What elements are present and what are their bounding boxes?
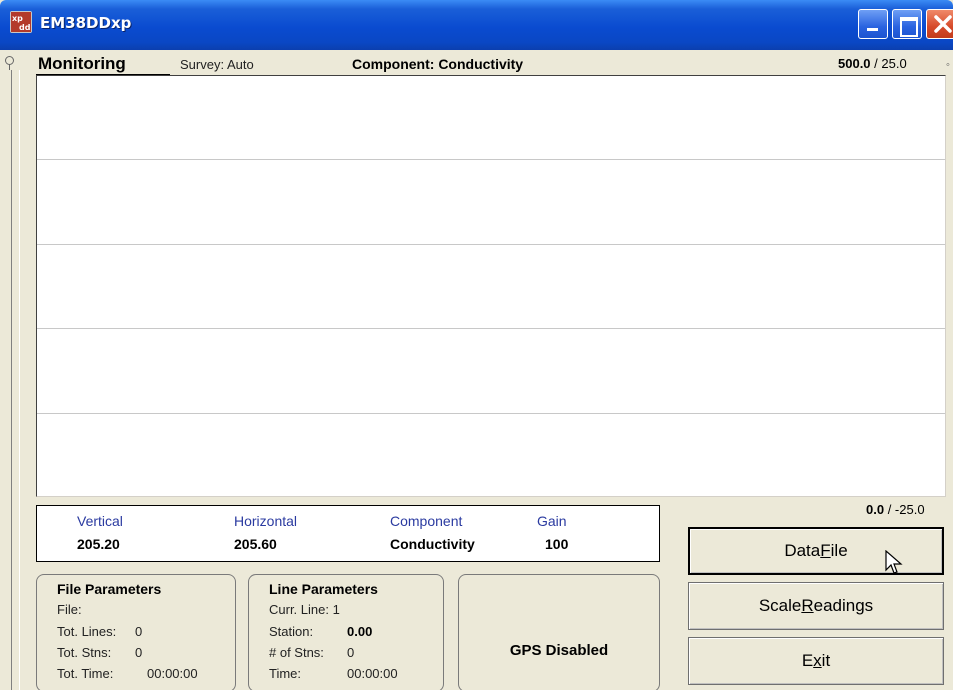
num-stns-label: # of Stns: [269, 645, 324, 660]
exit-button[interactable]: Ex it [688, 637, 944, 685]
component-reading-label: Component [390, 513, 463, 529]
file-parameters-title: File Parameters [57, 581, 162, 597]
tot-time-label: Tot. Time: [57, 666, 114, 681]
minimize-button[interactable] [858, 9, 888, 39]
data-file-label-post: ile [830, 541, 848, 560]
horizontal-label: Horizontal [234, 513, 298, 529]
component-label: Component: Conductivity [352, 56, 524, 72]
left-splitter[interactable] [11, 70, 20, 690]
gain-value: 100 [545, 536, 569, 552]
maximize-button[interactable] [892, 9, 922, 39]
vertical-label: Vertical [77, 513, 123, 529]
line-time-value: 00:00:00 [347, 666, 398, 681]
scale-top-sep: / [870, 56, 882, 71]
station-label: Station: [269, 624, 314, 639]
mouse-cursor-icon [885, 550, 903, 574]
svg-text:xp: xp [12, 14, 23, 23]
curr-line: Curr. Line: 1 [269, 602, 340, 617]
exit-label-post: it [821, 651, 831, 670]
exit-accesskey: x [813, 651, 822, 670]
data-file-label-pre: Data [784, 541, 821, 560]
svg-text:dd: dd [19, 23, 31, 32]
monitor-plot [36, 75, 946, 497]
line-parameters-title: Line Parameters [269, 581, 378, 597]
splitter-knob-icon[interactable] [5, 56, 14, 70]
tot-lines-value: 0 [135, 624, 143, 639]
data-file-accesskey: F [820, 541, 831, 560]
component-value: Conductivity [390, 536, 475, 552]
line-parameters-group: Line Parameters Curr. Line: 1 Station: 0… [248, 574, 444, 690]
scale-bottom-sep: / [884, 502, 895, 517]
window-title: EM38DDxp [40, 14, 132, 32]
tot-lines-label: Tot. Lines: [57, 624, 117, 639]
plot-gridline [37, 413, 945, 414]
scale-top-max: 500.0 [838, 56, 871, 71]
close-button[interactable] [926, 9, 953, 39]
survey-mode: Survey: Auto [180, 57, 254, 72]
gps-status: GPS Disabled [509, 642, 609, 659]
monitoring-label: Monitoring [38, 54, 126, 73]
tot-time-value: 00:00:00 [147, 666, 198, 681]
gain-label: Gain [537, 513, 567, 529]
line-time-label: Time: [269, 666, 302, 681]
scale-readings-button[interactable]: Scale Readings [688, 582, 944, 630]
scale-bottom-min: -25.0 [894, 502, 925, 517]
scale-bottom: 0.0 / -25.0 [866, 502, 925, 517]
scale-top-min: 25.0 [881, 56, 907, 71]
gps-group: GPS Disabled [458, 574, 660, 690]
scale-top: 500.0 / 25.0 [838, 56, 907, 71]
exit-label-pre: E [801, 651, 814, 670]
horizontal-value: 205.60 [234, 536, 277, 552]
client-area: Monitoring Survey: Auto Component: Condu… [0, 50, 953, 690]
num-stns-value: 0 [347, 645, 355, 660]
close-icon [934, 15, 952, 33]
plot-gridline [37, 244, 945, 245]
scale-bottom-max: 0.0 [866, 502, 885, 517]
scale-readings-label-post: eadings [813, 596, 874, 615]
scale-readings-accesskey: R [801, 596, 814, 615]
plot-gridline [37, 159, 945, 160]
tot-stns-label: Tot. Stns: [57, 645, 112, 660]
plot-gridline [37, 328, 945, 329]
file-parameters-group: File Parameters File: Tot. Lines: 0 Tot.… [36, 574, 236, 690]
data-file-button[interactable]: Data File [688, 527, 944, 575]
tot-stns-value: 0 [135, 645, 143, 660]
scale-readings-label-pre: Scale [758, 596, 802, 615]
file-label: File: [57, 602, 82, 617]
title-bar[interactable]: xp dd EM38DDxp [0, 0, 953, 50]
right-splitter-icon[interactable]: ◦ [946, 59, 950, 71]
readings-panel: Vertical Horizontal Component Gain 205.2… [36, 505, 660, 562]
em38-app-icon: xp dd [10, 11, 32, 33]
vertical-value: 205.20 [77, 536, 120, 552]
station-value: 0.00 [347, 624, 373, 639]
